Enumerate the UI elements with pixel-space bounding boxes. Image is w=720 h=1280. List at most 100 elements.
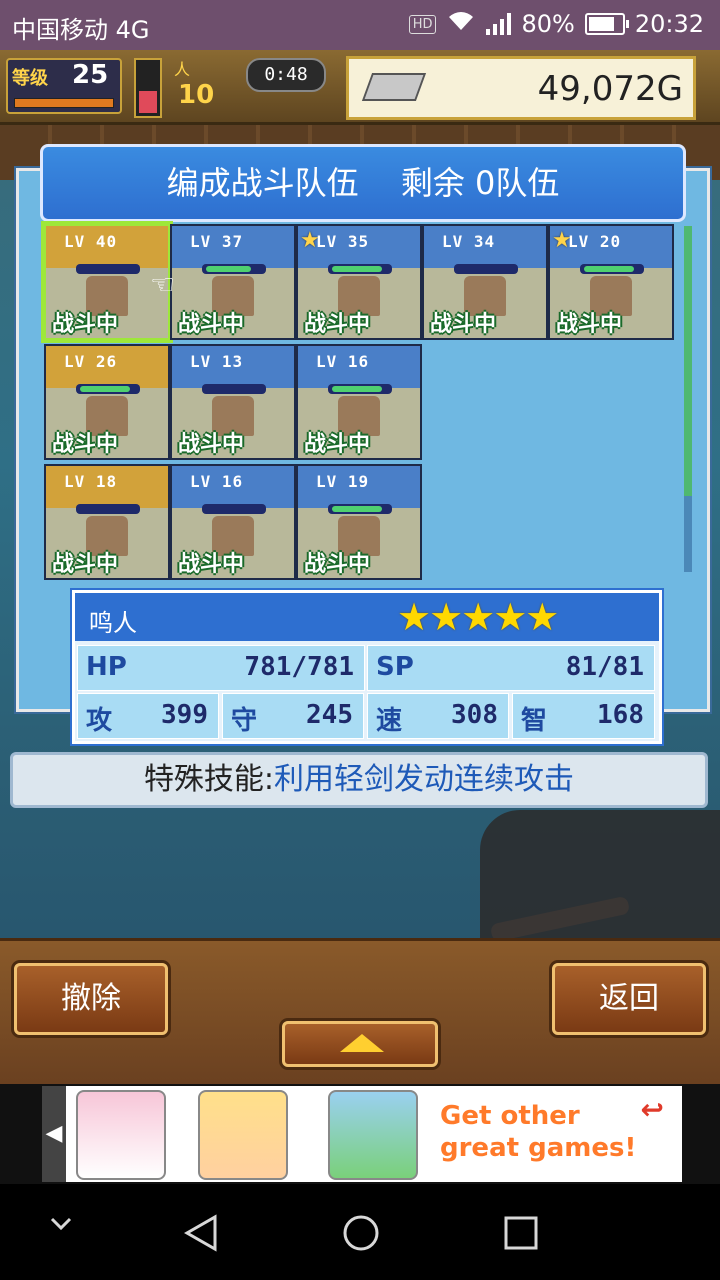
hp-value: 781/781 [244, 652, 354, 682]
skill-value: 利用轻剑发动连续攻击 [274, 762, 575, 797]
expand-up-button[interactable] [282, 1021, 438, 1067]
hp-label: HP [86, 652, 127, 682]
card-level: LV 16 [190, 472, 244, 491]
back-nav-icon[interactable] [183, 1214, 218, 1256]
character-name: 鸣人 [89, 609, 137, 637]
character-card[interactable]: ★ LV 35 战斗中 [296, 224, 422, 340]
hide-keyboard-icon[interactable] [50, 1216, 72, 1235]
silver-bar-icon [361, 73, 427, 101]
crew-count-box: 人 10 [174, 56, 252, 114]
pointing-hand-icon: ☜ [150, 268, 176, 301]
card-level: LV 19 [316, 472, 370, 491]
character-card[interactable]: LV 16 战斗中 [296, 344, 422, 460]
level-label: 等级 [12, 68, 48, 89]
battery-percent: 80% [521, 10, 575, 38]
character-card[interactable]: LV 18 战斗中 [44, 464, 170, 580]
int-label: 智 [521, 706, 548, 736]
ad-text-line1: Get other [440, 1101, 580, 1131]
rarity-stars: ★★★★★ [397, 595, 559, 639]
character-card[interactable]: ★ LV 20 战斗中 [548, 224, 674, 340]
card-level: LV 40 [64, 232, 118, 251]
card-level: LV 35 [316, 232, 370, 251]
card-status: 战斗中 [304, 432, 371, 457]
character-card[interactable]: LV 34 战斗中 [422, 224, 548, 340]
character-card[interactable]: LV 13 战斗中 [170, 344, 296, 460]
ad-app-icon-sushi[interactable] [76, 1090, 166, 1180]
spd-value: 308 [451, 700, 498, 730]
wifi-icon [446, 10, 476, 38]
grid-scrollbar[interactable] [684, 226, 692, 572]
recents-nav-icon[interactable] [504, 1216, 538, 1254]
card-status: 战斗中 [304, 552, 371, 577]
signal-icon [486, 13, 512, 35]
sp-value: 81/81 [565, 652, 644, 682]
exp-bar [14, 98, 114, 108]
carrier-text: 中国移动 4G [12, 16, 150, 44]
spd-label: 速 [376, 706, 403, 736]
stats-row-hp-sp: HP 781/781 SP 81/81 [75, 643, 659, 691]
card-hp-bar [328, 264, 392, 274]
home-nav-icon[interactable] [342, 1214, 380, 1256]
gold-display: 49,072G [346, 56, 696, 120]
ad-banner[interactable]: ◀ Get other great games! ↩ [0, 1084, 720, 1184]
card-hp-bar [328, 384, 392, 394]
crew-label: 人 [174, 60, 191, 79]
hd-icon: HD [408, 14, 437, 34]
atk-cell: 攻 399 [77, 693, 219, 739]
gold-amount: 49,072G [537, 69, 683, 109]
dialog-title: 编成战斗队伍 剩余 0队伍 [40, 144, 686, 222]
ad-app-icon-castle[interactable] [328, 1090, 418, 1180]
card-level: LV 26 [64, 352, 118, 371]
character-card[interactable]: LV 26 战斗中 [44, 344, 170, 460]
card-status: 战斗中 [304, 312, 371, 337]
card-status: 战斗中 [52, 432, 119, 457]
card-status: 战斗中 [430, 312, 497, 337]
hp-cell: HP 781/781 [77, 645, 365, 691]
card-status: 战斗中 [556, 312, 623, 337]
ad-prev-arrow-icon[interactable]: ◀ [42, 1086, 66, 1182]
card-status: 战斗中 [178, 432, 245, 457]
card-hp-bar [454, 264, 518, 274]
ad-text[interactable]: Get other great games! ↩ [440, 1094, 670, 1164]
character-grid: LV 40 战斗中 LV 37 战斗中 ★ LV 35 战斗中 LV 34 战斗中 ★ LV 20 战… [41, 221, 684, 584]
bottom-bar: 撤除 返回 [0, 938, 720, 1087]
return-arrow-icon: ↩ [640, 1093, 664, 1126]
stats-row-attrs: 攻 399 守 245 速 308 智 168 [75, 691, 659, 739]
card-level: LV 18 [64, 472, 118, 491]
def-cell: 守 245 [222, 693, 364, 739]
up-arrow-icon [340, 1034, 384, 1052]
clock: 20:32 [634, 10, 704, 38]
card-hp-bar [328, 504, 392, 514]
card-hp-bar [76, 504, 140, 514]
card-level: LV 13 [190, 352, 244, 371]
card-level: LV 34 [442, 232, 496, 251]
battery-icon [584, 13, 629, 35]
ad-text-line2: great games! [440, 1133, 637, 1163]
card-level: LV 37 [190, 232, 244, 251]
timer: 0:48 [246, 58, 326, 92]
character-stats: 鸣人 ★★★★★ HP 781/781 SP 81/81 攻 399 守 245… [72, 590, 662, 744]
card-hp-bar [202, 384, 266, 394]
card-status: 战斗中 [52, 552, 119, 577]
card-hp-bar [76, 264, 140, 274]
def-value: 245 [306, 700, 353, 730]
def-label: 守 [231, 706, 258, 736]
remove-button[interactable]: 撤除 [14, 963, 168, 1035]
top-hud: 等级 25 人 10 0:48 49,072G [0, 50, 720, 125]
character-card[interactable]: LV 16 战斗中 [170, 464, 296, 580]
player-level-box: 等级 25 [6, 58, 122, 114]
ad-app-icon-pocket-academy[interactable] [198, 1090, 288, 1180]
character-card[interactable]: LV 19 战斗中 [296, 464, 422, 580]
card-level: LV 16 [316, 352, 370, 371]
android-nav-bar [0, 1184, 720, 1280]
atk-value: 399 [161, 700, 208, 730]
int-cell: 智 168 [512, 693, 655, 739]
card-hp-bar [202, 264, 266, 274]
atk-label: 攻 [86, 706, 113, 736]
status-bar: 中国移动 4G HD 80% 20:32 [0, 0, 720, 50]
crew-count: 10 [178, 80, 215, 110]
spd-cell: 速 308 [367, 693, 509, 739]
back-button[interactable]: 返回 [552, 963, 706, 1035]
card-hp-bar [580, 264, 644, 274]
card-hp-bar [202, 504, 266, 514]
